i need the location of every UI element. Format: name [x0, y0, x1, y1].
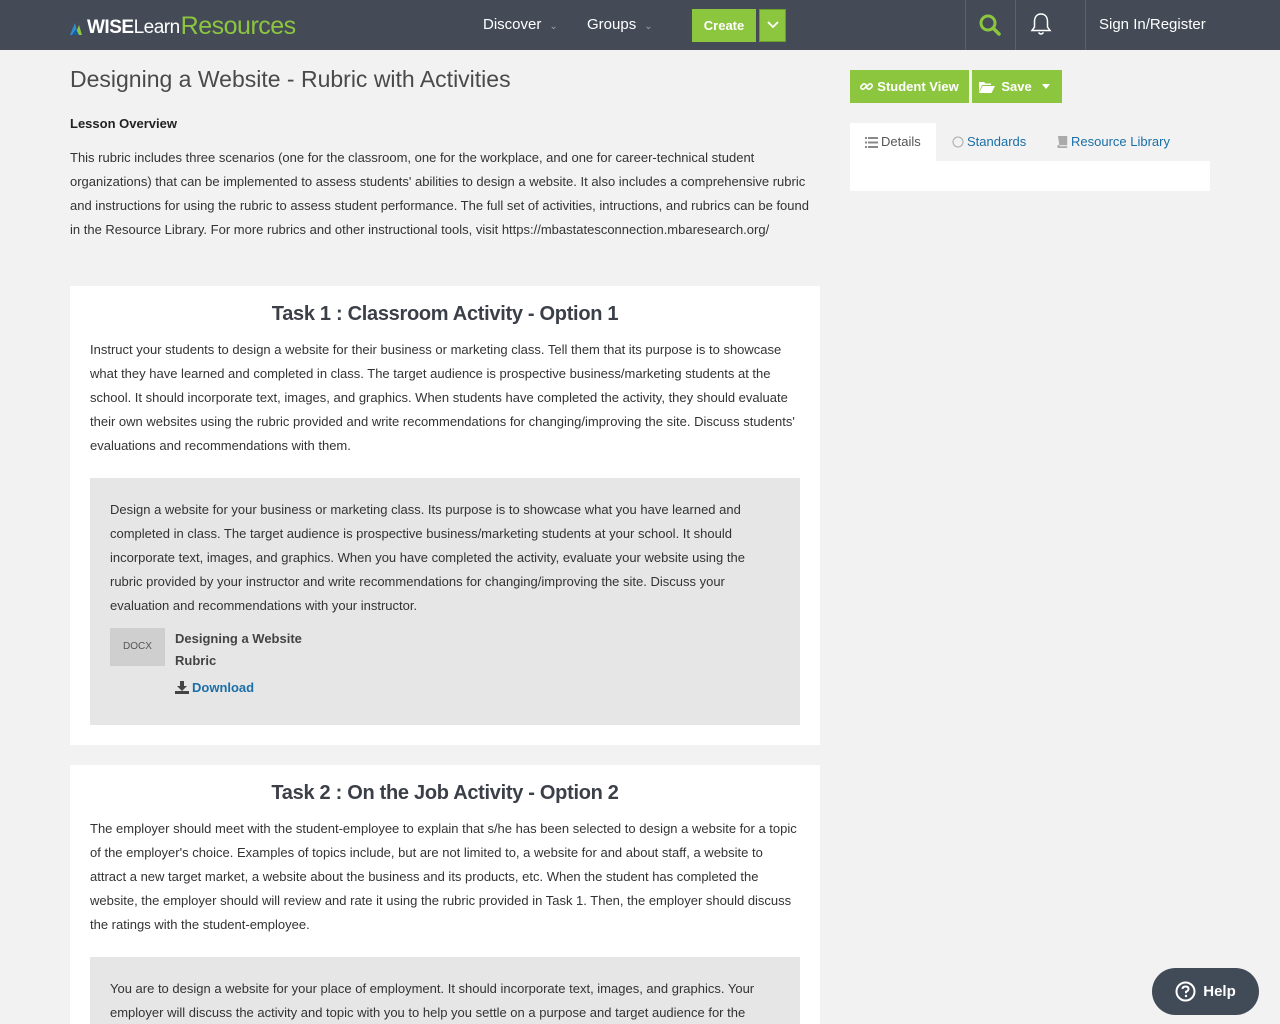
tab-standards[interactable]: Standards [952, 123, 1026, 161]
sidebar-tabs: Details Standards Resource Library [850, 123, 1210, 161]
top-navigation-bar: WISE Learn Resources Discover ⌄ Groups ⌄ C… [0, 0, 1280, 50]
create-button[interactable]: Create [692, 9, 756, 42]
tab-standards-label: Standards [967, 134, 1027, 149]
student-instructions-box: You are to design a website for your pla… [90, 957, 800, 1024]
task-title: Task 1 : Classroom Activity - Option 1 [271, 303, 619, 325]
tab-resource-library[interactable]: Resource Library [1056, 123, 1170, 161]
header-divider [1085, 0, 1086, 50]
page-title: Designing a Website - Rubric with Activi… [70, 66, 511, 92]
task-teacher-instructions: Instruct your students to design a websi… [90, 342, 795, 453]
tab-details[interactable]: Details [850, 123, 936, 161]
student-view-button[interactable]: Student View [850, 70, 969, 103]
lesson-overview-text: This rubric includes three scenarios (on… [70, 150, 809, 237]
help-label: Help [1203, 983, 1236, 1000]
task-teacher-instructions: The employer should meet with the studen… [90, 821, 797, 932]
create-dropdown-toggle[interactable] [759, 9, 786, 42]
task-student-instructions: You are to design a website for your pla… [110, 981, 755, 1020]
student-view-label: Student View [877, 79, 959, 94]
logo-mark-icon [70, 19, 86, 35]
sign-in-register-link[interactable]: Sign In/Register [1099, 0, 1206, 50]
logo-learn-text: Learn [133, 17, 181, 38]
download-link[interactable]: Download [175, 680, 254, 695]
attachment-name[interactable]: Designing a Website Rubric [175, 628, 315, 672]
header-divider [1015, 0, 1016, 50]
folder-open-icon [979, 81, 996, 93]
list-icon [865, 136, 878, 148]
question-circle-icon [1175, 981, 1196, 1002]
chevron-down-icon: ⌄ [549, 21, 558, 32]
lesson-overview-heading: Lesson Overview [70, 116, 177, 131]
help-button[interactable]: Help [1152, 968, 1259, 1015]
download-icon [175, 681, 189, 694]
book-icon [1057, 136, 1068, 148]
chevron-down-icon [767, 21, 779, 29]
tab-details-label: Details [881, 134, 921, 149]
logo-wise-text: WISE [87, 17, 134, 38]
save-button[interactable]: Save [972, 70, 1062, 103]
search-icon[interactable] [978, 13, 1002, 42]
bell-icon[interactable] [1030, 12, 1052, 41]
tab-resource-library-label: Resource Library [1071, 134, 1170, 149]
link-icon [860, 82, 874, 91]
task-student-instructions: Design a website for your business or ma… [110, 502, 745, 613]
docx-file-icon: DOCX [110, 628, 165, 666]
download-label: Download [192, 680, 255, 695]
nav-groups[interactable]: Groups ⌄ [587, 0, 653, 50]
logo-resources-text: Resources [180, 12, 297, 40]
task-card: Task 1 : Classroom Activity - Option 1 I… [70, 286, 820, 745]
nav-discover[interactable]: Discover ⌄ [483, 0, 558, 50]
save-label: Save [1001, 79, 1032, 94]
student-instructions-box: Design a website for your business or ma… [90, 478, 800, 725]
task-card: Task 2 : On the Job Activity - Option 2 … [70, 765, 820, 1024]
task-title: Task 2 : On the Job Activity - Option 2 [271, 782, 619, 804]
nav-discover-label: Discover [483, 16, 542, 33]
caret-down-icon [1041, 83, 1050, 89]
wiselearn-logo[interactable]: WISE Learn Resources [70, 10, 296, 40]
header-divider [965, 0, 966, 50]
chevron-down-icon: ⌄ [644, 21, 653, 32]
details-panel [850, 161, 1210, 191]
circle-icon [952, 136, 964, 148]
nav-groups-label: Groups [587, 16, 637, 33]
